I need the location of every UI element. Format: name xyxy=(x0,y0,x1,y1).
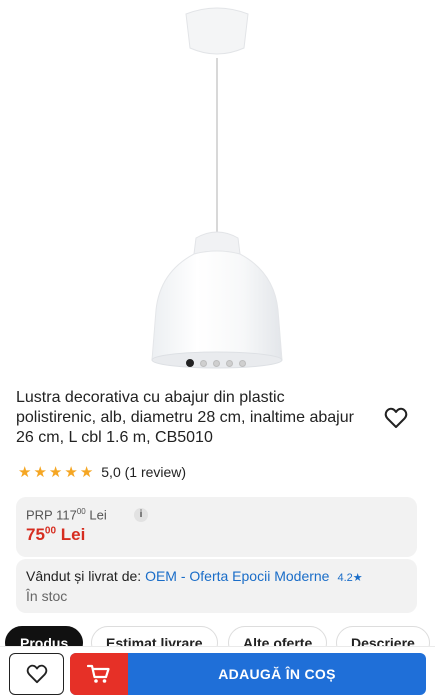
rating-text[interactable]: 5,0 (1 review) xyxy=(101,464,186,480)
current-price: 7500 Lei xyxy=(26,525,85,545)
product-rating[interactable]: ★ ★ ★ ★ ★ 5,0 (1 review) xyxy=(18,464,186,480)
seller-label: Vândut și livrat de: xyxy=(26,568,146,584)
seller-link[interactable]: OEM - Oferta Epocii Moderne xyxy=(145,568,329,584)
star-icon: ★ xyxy=(64,463,78,481)
add-to-cart-label: ADAUGĂ ÎN COȘ xyxy=(218,666,336,682)
seller-line: Vândut și livrat de: OEM - Oferta Epocii… xyxy=(26,568,363,584)
prp-value: PRP 117 xyxy=(26,507,77,523)
price-currency: Lei xyxy=(56,525,86,544)
price-cents: 00 xyxy=(44,525,57,537)
star-icon: ★ xyxy=(18,463,32,481)
prp-currency: Lei xyxy=(85,507,107,523)
star-icon: ★ xyxy=(33,463,47,481)
seller-card: Vândut și livrat de: OEM - Oferta Epocii… xyxy=(16,559,417,613)
price-card: PRP 11700 Lei i 7500 Lei xyxy=(16,497,417,557)
favorite-button-bottom[interactable] xyxy=(9,653,64,695)
price-value: 75 xyxy=(26,525,45,544)
info-icon[interactable]: i xyxy=(134,508,148,522)
seller-rating: 4.2★ xyxy=(337,572,363,584)
heart-icon xyxy=(26,664,48,684)
gallery-dot[interactable] xyxy=(226,359,233,367)
recommended-price: PRP 11700 Lei xyxy=(26,507,107,522)
bottom-action-bar: ADAUGĂ ÎN COȘ xyxy=(0,646,435,700)
cart-icon-box xyxy=(70,653,128,695)
star-icon: ★ xyxy=(48,463,63,481)
product-image-gallery[interactable] xyxy=(0,0,435,380)
gallery-dot[interactable] xyxy=(239,359,246,367)
stock-status: În stoc xyxy=(26,588,68,604)
add-to-cart-button[interactable]: ADAUGĂ ÎN COȘ xyxy=(70,653,426,695)
prp-cents: 00 xyxy=(76,507,86,516)
cart-icon xyxy=(87,664,110,683)
product-title: Lustra decorativa cu abajur din plastic … xyxy=(16,389,354,446)
gallery-dot[interactable] xyxy=(213,359,220,367)
gallery-pagination[interactable] xyxy=(186,359,246,367)
gallery-dot[interactable] xyxy=(200,359,207,367)
gallery-dot[interactable] xyxy=(186,359,194,367)
product-image xyxy=(151,7,283,369)
star-icon: ★ xyxy=(79,463,94,481)
favorite-button[interactable] xyxy=(384,407,408,429)
heart-icon xyxy=(384,407,408,428)
